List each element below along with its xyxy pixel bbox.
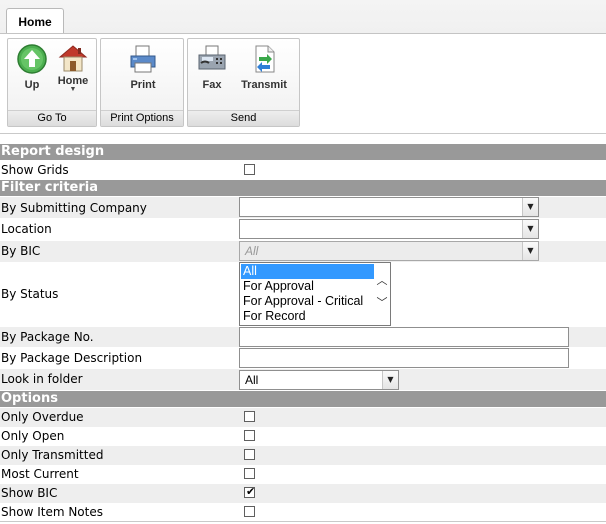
show-grids-checkbox[interactable] bbox=[244, 164, 255, 175]
up-arrow-icon bbox=[17, 44, 47, 74]
status-option-all[interactable]: All bbox=[241, 264, 374, 279]
tab-home[interactable]: Home bbox=[6, 8, 64, 34]
most-current-checkbox[interactable] bbox=[244, 468, 255, 479]
only-open-label: Only Open bbox=[1, 429, 65, 443]
chevron-down-icon[interactable]: ▼ bbox=[522, 220, 538, 238]
section-header-filter-criteria: Filter criteria bbox=[0, 180, 606, 196]
status-scrollbar[interactable]: ︿ ﹀ bbox=[374, 263, 390, 325]
fax-button-label: Fax bbox=[202, 79, 222, 91]
show-item-notes-checkbox[interactable] bbox=[244, 506, 255, 517]
up-button-label: Up bbox=[24, 79, 40, 91]
show-bic-checkbox[interactable]: ✔ bbox=[244, 485, 256, 498]
row-most-current: Most Current bbox=[0, 465, 606, 484]
row-show-item-notes: Show Item Notes bbox=[0, 503, 606, 522]
row-bic: By BIC All ▼ bbox=[0, 241, 606, 262]
chevron-down-icon[interactable]: ▼ bbox=[522, 198, 538, 216]
group-label-print-options: Print Options bbox=[101, 110, 183, 126]
home-dropdown-icon: ▼ bbox=[69, 86, 77, 93]
fax-icon bbox=[198, 45, 226, 70]
row-package-description: By Package Description bbox=[0, 348, 606, 368]
location-select[interactable]: ▼ bbox=[239, 219, 539, 239]
bic-label: By BIC bbox=[1, 244, 41, 258]
section-header-report-design: Report design bbox=[0, 144, 606, 160]
row-show-grids: Show Grids bbox=[0, 161, 606, 179]
row-look-in-folder: Look in folder All ▼ bbox=[0, 369, 606, 390]
transmit-button-label: Transmit bbox=[241, 79, 287, 91]
bic-select[interactable]: All ▼ bbox=[239, 241, 539, 261]
fax-button[interactable]: Fax bbox=[194, 43, 230, 91]
row-submitting-company: By Submitting Company ▼ bbox=[0, 197, 606, 218]
location-label: Location bbox=[1, 222, 52, 236]
printer-icon bbox=[130, 45, 156, 73]
home-button[interactable]: Home ▼ bbox=[52, 43, 94, 93]
ribbon-group-print-options: Print Print Options bbox=[100, 38, 184, 127]
row-only-open: Only Open bbox=[0, 427, 606, 446]
show-bic-label: Show BIC bbox=[1, 486, 58, 500]
look-in-folder-select[interactable]: All ▼ bbox=[239, 370, 399, 390]
package-no-input[interactable] bbox=[239, 327, 569, 347]
row-only-overdue: Only Overdue bbox=[0, 408, 606, 427]
chevron-down-icon[interactable]: ▼ bbox=[522, 242, 538, 260]
submitting-company-label: By Submitting Company bbox=[1, 201, 147, 215]
status-listbox[interactable]: All For Approval For Approval - Critical… bbox=[239, 262, 391, 326]
print-button-label: Print bbox=[130, 79, 156, 91]
only-overdue-checkbox[interactable] bbox=[244, 411, 255, 422]
status-option-for-record[interactable]: For Record bbox=[241, 309, 374, 324]
status-option-for-approval-critical[interactable]: For Approval - Critical bbox=[241, 294, 374, 309]
group-label-send: Send bbox=[188, 110, 299, 126]
chevron-down-icon[interactable]: ﹀ bbox=[376, 297, 388, 309]
row-location: Location ▼ bbox=[0, 219, 606, 240]
row-only-transmitted: Only Transmitted bbox=[0, 446, 606, 465]
row-package-no: By Package No. bbox=[0, 327, 606, 347]
transmit-icon bbox=[255, 45, 275, 73]
show-item-notes-label: Show Item Notes bbox=[1, 505, 103, 519]
look-in-folder-value: All bbox=[245, 373, 259, 387]
look-in-folder-label: Look in folder bbox=[1, 372, 83, 386]
only-transmitted-label: Only Transmitted bbox=[1, 448, 104, 462]
group-label-go-to: Go To bbox=[8, 110, 96, 126]
checkmark-icon: ✔ bbox=[246, 485, 256, 498]
status-label: By Status bbox=[1, 287, 59, 301]
package-no-label: By Package No. bbox=[1, 330, 94, 344]
only-overdue-label: Only Overdue bbox=[1, 410, 84, 424]
row-show-bic: Show BIC ✔ bbox=[0, 484, 606, 503]
show-grids-label: Show Grids bbox=[1, 163, 69, 177]
only-open-checkbox[interactable] bbox=[244, 430, 255, 441]
ribbon-group-send: Fax Transmit Send bbox=[187, 38, 300, 127]
status-option-for-approval[interactable]: For Approval bbox=[241, 279, 374, 294]
chevron-up-icon[interactable]: ︿ bbox=[376, 275, 388, 287]
package-description-input[interactable] bbox=[239, 348, 569, 368]
ribbon-group-go-to: Up Home ▼ Go To bbox=[7, 38, 97, 127]
only-transmitted-checkbox[interactable] bbox=[244, 449, 255, 460]
transmit-button[interactable]: Transmit bbox=[234, 43, 294, 91]
package-description-label: By Package Description bbox=[1, 351, 143, 365]
home-icon bbox=[58, 45, 88, 72]
most-current-label: Most Current bbox=[1, 467, 79, 481]
submitting-company-select[interactable]: ▼ bbox=[239, 197, 539, 217]
print-button[interactable]: Print bbox=[121, 43, 165, 91]
section-header-options: Options bbox=[0, 391, 606, 407]
up-button[interactable]: Up bbox=[14, 43, 50, 91]
chevron-down-icon[interactable]: ▼ bbox=[382, 371, 398, 389]
bic-value: All bbox=[245, 244, 259, 258]
ribbon-panel: Up Home ▼ Go To Print Print Options Fax … bbox=[0, 33, 606, 133]
ribbon: Home Up Home ▼ Go To Print Print Options… bbox=[0, 0, 606, 134]
